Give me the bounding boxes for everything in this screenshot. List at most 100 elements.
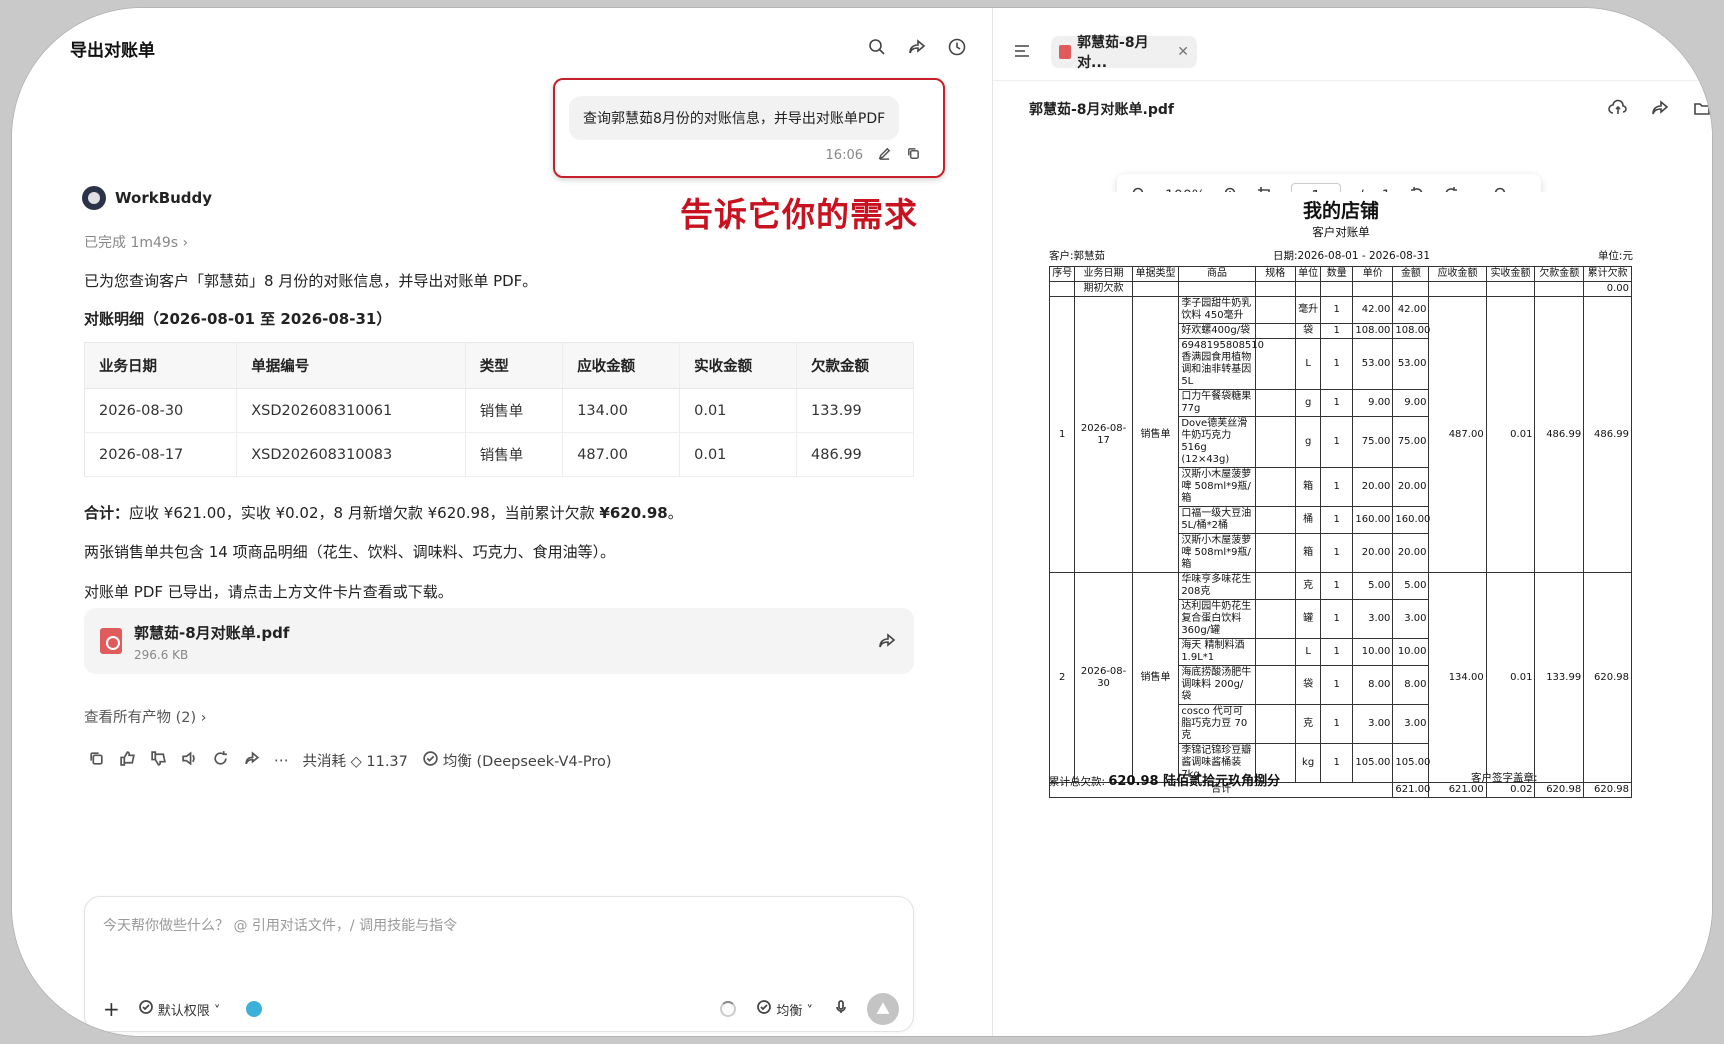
speaker-icon[interactable]: [181, 750, 198, 771]
pdf-col-header: 规格: [1254, 266, 1296, 282]
pdf-cell: [1254, 665, 1296, 705]
pdf-col-header: 应收金额: [1428, 266, 1487, 282]
pdf-footer: 累计总欠款: 620.98 陆佰贰拾元玖角捌分: [1049, 770, 1280, 789]
chat-input[interactable]: 今天帮你做些什么？ @ 引用对话文件，/ 调用技能与指令 + 默认权限 ˅ 均衡…: [84, 896, 914, 1032]
preview-tabbar: 郭慧茹-8月对... ✕: [993, 30, 1712, 74]
pdf-cell: 李子园甜牛奶乳饮料 450毫升: [1178, 296, 1256, 324]
table-cell: 133.99: [796, 388, 914, 433]
pdf-cell: 3.00: [1352, 599, 1394, 639]
tab-label: 郭慧茹-8月对...: [1077, 35, 1149, 71]
pdf-cell: 20.00: [1352, 533, 1394, 573]
pdf-cell: 10.00: [1352, 638, 1394, 666]
col-header: 应收金额: [562, 342, 681, 389]
shield-check-icon: [138, 999, 154, 1019]
col-header: 业务日期: [84, 342, 238, 389]
pdf-cell: 2026-08-30: [1074, 572, 1133, 783]
table-cell: 销售单: [465, 388, 564, 433]
pdf-cell: 箱: [1294, 533, 1322, 573]
pdf-cell: 42.00: [1352, 296, 1394, 324]
input-toolbar: + 默认权限 ˅ 均衡 ˅: [103, 993, 899, 1025]
table-cell: 486.99: [796, 432, 914, 477]
pdf-cell: [1254, 416, 1296, 468]
pdf-cell: 620.98: [1534, 782, 1585, 798]
pdf-cell: 1: [1320, 533, 1354, 573]
table-cell: 2026-08-30: [84, 388, 238, 433]
items-note: 两张销售单共包含 14 项商品明细（花生、饮料、调味料、巧克力、食用油等）。: [84, 543, 616, 561]
pdf-col-header: 单据类型: [1131, 266, 1180, 282]
run-status[interactable]: 已完成 1m49s ›: [84, 232, 188, 252]
pdf-foot-value: 620.98 陆佰贰拾元玖角捌分: [1108, 774, 1281, 789]
pdf-cell: [1534, 281, 1585, 297]
pdf-cell: [1254, 281, 1296, 297]
send-button[interactable]: [867, 993, 899, 1025]
pdf-cell: 53.00: [1352, 338, 1394, 390]
more-icon[interactable]: ⋯: [274, 753, 289, 769]
pdf-cell: [1254, 638, 1296, 666]
pdf-cell: 2026-08-17: [1074, 296, 1133, 573]
summary-line: 合计：应收 ¥621.00，实收 ¥0.02，8 月新增欠款 ¥620.98，当…: [84, 502, 683, 523]
pdf-cell: 105.00: [1392, 743, 1430, 783]
share-icon[interactable]: [876, 630, 898, 652]
pdf-cell: 53.00: [1392, 338, 1430, 390]
chat-header-actions: [866, 36, 968, 58]
table-row: 2026-08-30 XSD202608310061 销售单 134.00 0.…: [84, 388, 914, 433]
permission-selector[interactable]: 默认权限 ˅: [158, 1000, 221, 1019]
pdf-cell: 1: [1320, 665, 1354, 705]
preview-actions: [1607, 97, 1712, 119]
pdf-cell: 毫升: [1294, 296, 1322, 324]
skill-icon[interactable]: [246, 1001, 263, 1017]
share-icon[interactable]: [1649, 97, 1671, 119]
file-name: 郭慧茹-8月对账单.pdf: [134, 624, 290, 642]
view-all-artifacts-link[interactable]: 查看所有产物 (2) ›: [84, 706, 207, 727]
user-message: 查询郭慧茹8月份的对账信息，并导出对账单PDF: [569, 96, 900, 140]
share-icon[interactable]: [243, 750, 260, 771]
pdf-col-header: 序号: [1048, 266, 1076, 282]
pdf-info-line: 客户:郭慧茹 日期:2026-08-01 - 2026-08-31 单位:元: [1049, 248, 1633, 263]
tab-pdf-file[interactable]: 郭慧茹-8月对... ✕: [1051, 35, 1197, 71]
pdf-cell: 1: [1320, 296, 1354, 324]
add-icon[interactable]: +: [103, 997, 120, 1021]
share-icon[interactable]: [906, 36, 928, 58]
pdf-cell: [1254, 467, 1296, 507]
pdf-cell: 487.00: [1428, 296, 1487, 573]
pdf-row: 2 2026-08-30 销售单 华味亨多味花生 208克克 1 5.00 5.00 134.…: [1048, 572, 1632, 783]
table-cell: 销售单: [465, 432, 564, 477]
thumbs-down-icon[interactable]: [150, 750, 167, 771]
pdf-cell: 9.00: [1392, 389, 1430, 417]
table-cell: 134.00: [562, 388, 681, 433]
pdf-cell: 袋: [1294, 323, 1322, 339]
regenerate-icon[interactable]: [212, 750, 229, 771]
pdf-viewer: 100% 1 / 1 我的店铺 客户对账单 客户:郭慧茹 日期:2026-08-…: [993, 174, 1712, 1036]
menu-icon[interactable]: [1011, 40, 1033, 62]
pdf-cell: L: [1294, 638, 1322, 666]
pdf-cell: 箱: [1294, 467, 1322, 507]
pdf-cell: 汉斯小木屋菠萝啤 508ml*9瓶/箱: [1178, 467, 1256, 507]
mode-selector[interactable]: 均衡 ˅: [776, 1000, 813, 1019]
copy-icon[interactable]: [906, 146, 921, 165]
pdf-cell: [1254, 533, 1296, 573]
file-card[interactable]: 郭慧茹-8月对账单.pdf 296.6 KB: [84, 608, 914, 674]
statement-table: 业务日期 单据编号 类型 应收金额 实收金额 欠款金额 2026-08-30 X…: [84, 342, 914, 477]
folder-icon[interactable]: [1691, 97, 1712, 119]
thumbs-up-icon[interactable]: [119, 750, 136, 771]
edit-icon[interactable]: [877, 146, 892, 165]
microphone-icon[interactable]: [833, 999, 849, 1019]
pdf-cell: 8.00: [1352, 665, 1394, 705]
history-icon[interactable]: [946, 36, 968, 58]
pdf-cell: 6948195808510 香满园食用植物调和油非转基因5L: [1178, 338, 1264, 390]
pdf-col-header: 单价: [1352, 266, 1394, 282]
pdf-cell: 1: [1320, 389, 1354, 417]
pdf-col-header: 欠款金额: [1534, 266, 1585, 282]
pdf-date-range: 日期:2026-08-01 - 2026-08-31: [1272, 250, 1431, 262]
table-cell: XSD202608310083: [236, 432, 466, 477]
pdf-col-header: 实收金额: [1485, 266, 1536, 282]
upload-icon[interactable]: [1607, 97, 1629, 119]
close-icon[interactable]: ✕: [1177, 44, 1189, 60]
search-icon[interactable]: [866, 36, 888, 58]
pdf-cell: 0.01: [1485, 296, 1536, 573]
check-circle-icon: [756, 999, 772, 1019]
pdf-cell: 8.00: [1392, 665, 1430, 705]
copy-icon[interactable]: [88, 750, 105, 771]
pdf-cell: 1: [1320, 416, 1354, 468]
chat-panel: 导出对账单 查询郭慧茹8月份的对账信息，并导出对账单PDF 16:06 告诉它你…: [12, 8, 992, 1036]
